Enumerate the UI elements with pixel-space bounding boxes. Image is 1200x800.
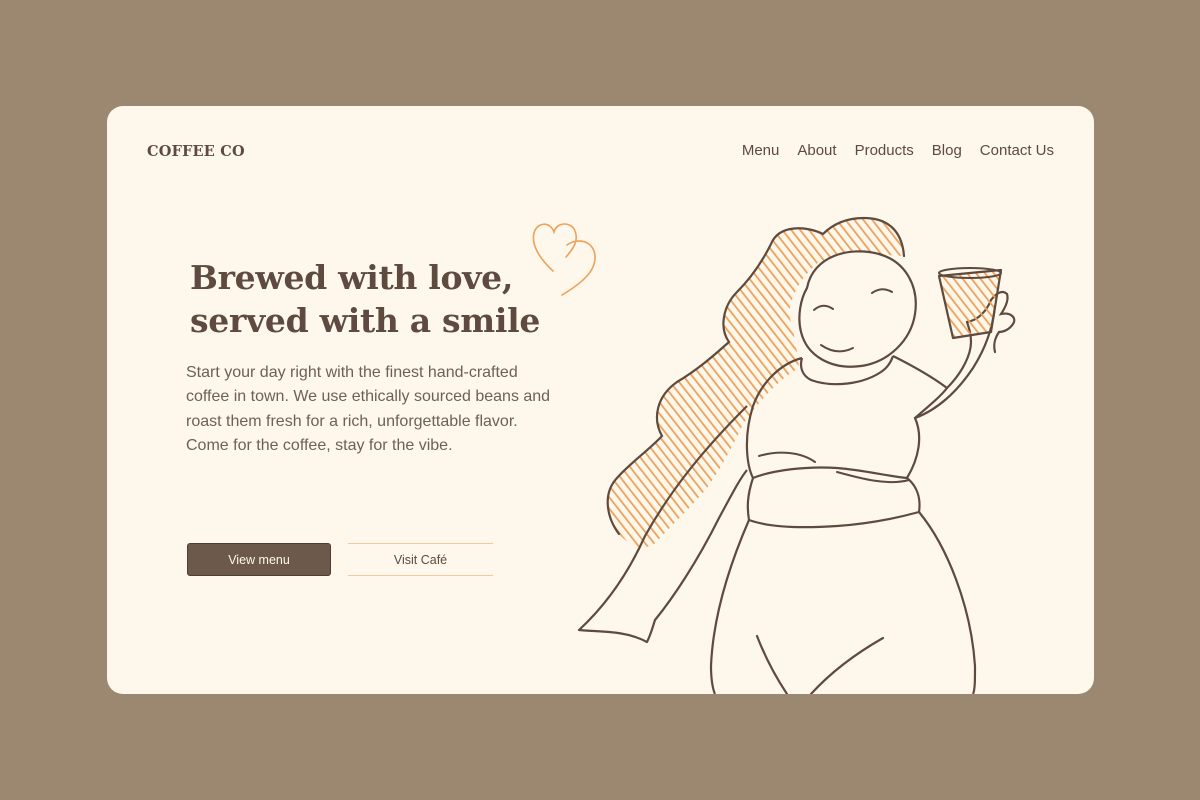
waist-outline (746, 477, 921, 529)
skirt-outline (709, 511, 977, 694)
coffee-cup (937, 268, 1003, 340)
leg-line (755, 634, 885, 694)
hero-card: COFFEE CO Menu About Products Blog Conta… (107, 106, 1094, 694)
woman-with-coffee-illustration (577, 216, 1016, 694)
